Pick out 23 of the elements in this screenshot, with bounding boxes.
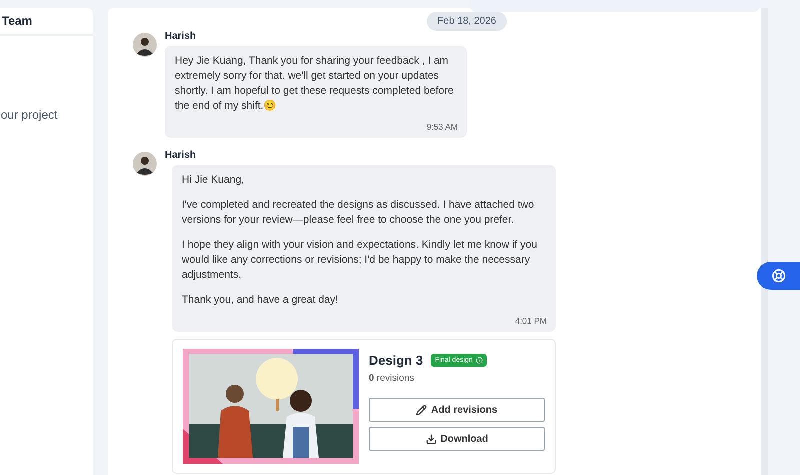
download-button[interactable]: Download xyxy=(369,427,545,451)
message-time: 9:53 AM xyxy=(426,122,458,132)
lifebuoy-icon xyxy=(772,269,786,283)
info-icon xyxy=(476,357,483,364)
add-revisions-button[interactable]: Add revisions xyxy=(369,398,545,422)
message-text: I've completed and recreated the designs as discussed. I have attached two versions for your review—please feel free to choose the one you prefer. xyxy=(182,198,536,228)
avatar xyxy=(133,152,157,176)
sender-name: Harish xyxy=(165,31,198,42)
sender-name: Harish xyxy=(165,150,198,161)
revision-count: 0 revisions xyxy=(369,373,416,384)
design-title: Design 3 xyxy=(369,353,424,368)
pencil-icon xyxy=(416,404,428,416)
avatar xyxy=(133,33,157,57)
message-text: Hey Jie Kuang, Thank you for sharing your feedback , I am extremely sorry for that. we'll get started on your updates shortly. I am hopeful to get these requests completed before the end of my shift.😊 xyxy=(175,54,455,114)
help-button[interactable] xyxy=(757,262,800,290)
sidebar-item[interactable]: our project xyxy=(0,108,93,122)
sidebar-title: Team xyxy=(0,8,93,36)
message-time: 4:01 PM xyxy=(514,316,547,326)
message-text: I hope they align with your vision and expectations. Kindly let me know if you would like any corrections or revisions; I'd be happy to make the necessary adjustments. xyxy=(182,238,538,283)
download-icon xyxy=(426,434,437,444)
message-text: Thank you, and have a great day! xyxy=(182,293,340,308)
date-divider: Feb 18, 2026 xyxy=(426,12,508,31)
message-text: Hi Jie Kuang, xyxy=(182,173,246,188)
